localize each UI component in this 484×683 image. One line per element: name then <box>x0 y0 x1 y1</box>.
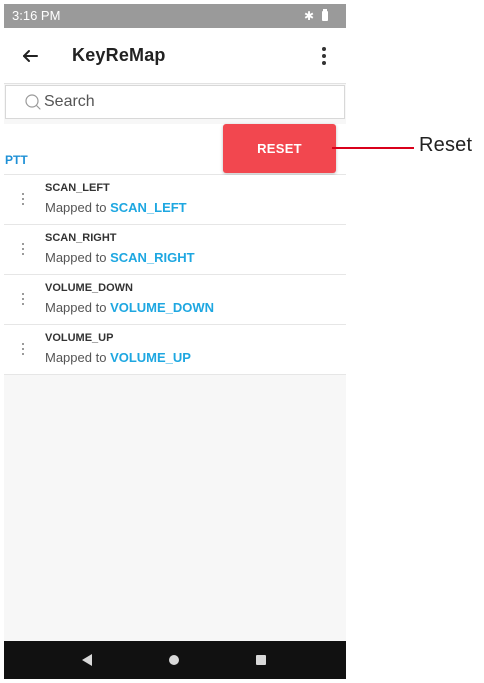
mapping-prefix: Mapped to <box>45 250 107 265</box>
key-row-volume-up[interactable]: VOLUME_UP Mapped to VOLUME_UP <box>4 325 346 375</box>
reset-callout-line <box>332 147 414 149</box>
status-icons: ✱ <box>304 4 334 28</box>
key-name: SCAN_LEFT <box>45 182 110 194</box>
back-icon[interactable] <box>82 654 92 666</box>
drag-dot <box>22 253 24 255</box>
battery-icon <box>322 9 328 21</box>
recents-icon[interactable] <box>256 655 266 665</box>
key-row-scan-left[interactable]: SCAN_LEFT Mapped to SCAN_LEFT <box>4 175 346 225</box>
key-name: VOLUME_UP <box>45 332 114 344</box>
phone-screen: 3:16 PM ✱ KeyReMap Search PTT RESET SCAN… <box>4 4 346 679</box>
android-nav-bar <box>4 641 346 679</box>
key-mapping: Mapped to SCAN_LEFT <box>45 200 187 215</box>
drag-dot <box>22 348 24 350</box>
mapping-value: VOLUME_UP <box>110 350 191 365</box>
app-bar: KeyReMap <box>4 28 346 84</box>
status-bar: 3:16 PM ✱ <box>4 4 346 28</box>
more-dot <box>322 54 326 58</box>
key-row-volume-down[interactable]: VOLUME_DOWN Mapped to VOLUME_DOWN <box>4 275 346 325</box>
mapping-prefix: Mapped to <box>45 350 107 365</box>
ptt-group-header: PTT RESET <box>4 124 346 175</box>
drag-dot <box>22 198 24 200</box>
drag-dot <box>22 243 24 245</box>
key-mapping: Mapped to VOLUME_UP <box>45 350 191 365</box>
mapping-value: SCAN_RIGHT <box>110 250 195 265</box>
drag-dot <box>22 353 24 355</box>
drag-dot <box>22 303 24 305</box>
mapping-value: SCAN_LEFT <box>110 200 187 215</box>
more-dot <box>322 47 326 51</box>
group-label: PTT <box>5 153 28 167</box>
drag-dot <box>22 293 24 295</box>
search-input[interactable] <box>44 93 304 111</box>
drag-handle-icon[interactable] <box>20 243 26 255</box>
drag-dot <box>22 193 24 195</box>
key-row-scan-right[interactable]: SCAN_RIGHT Mapped to SCAN_RIGHT <box>4 225 346 275</box>
key-list: SCAN_LEFT Mapped to SCAN_LEFT SCAN_RIGHT… <box>4 175 346 375</box>
mapping-prefix: Mapped to <box>45 300 107 315</box>
more-dot <box>322 61 326 65</box>
key-name: VOLUME_DOWN <box>45 282 133 294</box>
arrow-left-icon[interactable] <box>18 44 42 68</box>
reset-button[interactable]: RESET <box>223 124 336 173</box>
drag-dot <box>22 298 24 300</box>
drag-handle-icon[interactable] <box>20 343 26 355</box>
more-vert-icon[interactable] <box>316 44 332 68</box>
key-mapping: Mapped to SCAN_RIGHT <box>45 250 195 265</box>
key-name: SCAN_RIGHT <box>45 232 117 244</box>
status-time: 3:16 PM <box>12 8 61 23</box>
drag-dot <box>22 343 24 345</box>
search-box[interactable] <box>5 85 345 119</box>
drag-handle-icon[interactable] <box>20 293 26 305</box>
drag-dot <box>22 248 24 250</box>
page: 3:16 PM ✱ KeyReMap Search PTT RESET SCAN… <box>0 0 484 683</box>
mapping-value: VOLUME_DOWN <box>110 300 215 315</box>
home-icon[interactable] <box>169 655 179 665</box>
mapping-prefix: Mapped to <box>45 200 107 215</box>
reset-callout-label: Reset <box>419 134 473 156</box>
drag-dot <box>22 203 24 205</box>
bluetooth-icon: ✱ <box>303 9 314 23</box>
page-title: KeyReMap <box>72 45 166 65</box>
drag-handle-icon[interactable] <box>20 193 26 205</box>
key-mapping: Mapped to VOLUME_DOWN <box>45 300 214 315</box>
search-icon <box>24 93 42 111</box>
